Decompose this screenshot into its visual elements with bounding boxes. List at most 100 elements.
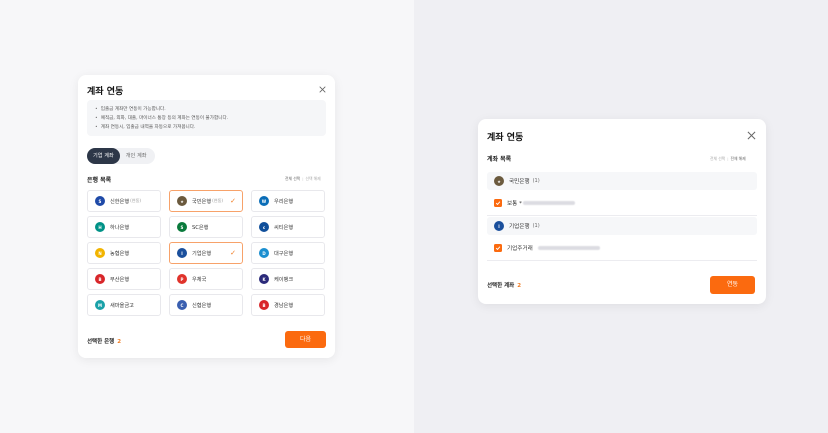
bank-linked-tag: (연동)	[212, 198, 224, 203]
sc-bank-icon: S	[177, 222, 187, 232]
deselect-all-link[interactable]: 선택 해제	[305, 176, 320, 181]
mg-bank-icon: M	[95, 300, 105, 310]
account-row[interactable]: 보통 *	[487, 194, 757, 212]
tab-business-account[interactable]: 기업 계좌	[87, 148, 120, 164]
bank-name: 케이뱅크	[274, 276, 294, 283]
bank-option-kb[interactable]: ★ 국민은행 (연동) ✓	[169, 190, 243, 212]
bank-name: 신한은행	[110, 198, 130, 205]
close-icon	[319, 86, 326, 93]
next-button[interactable]: 다음	[285, 331, 326, 348]
notice-item: 계좌 연동시, 입출금 내역을 자동으로 가져옵니다.	[95, 123, 326, 132]
checkbox-checked[interactable]	[494, 199, 502, 207]
bank-option-citi[interactable]: c 씨티은행	[251, 216, 325, 238]
modal-title: 계좌 연동	[487, 133, 524, 143]
bank-name: 우리은행	[274, 198, 294, 205]
tab-personal-account[interactable]: 개인 계좌	[120, 148, 153, 164]
selected-bank-count: 2	[117, 339, 122, 345]
bank-option-woori[interactable]: W 우리은행	[251, 190, 325, 212]
account-group-count: (1)	[532, 178, 540, 184]
bank-name: SC은행	[192, 224, 209, 231]
bank-option-dgb[interactable]: D 대구은행	[251, 242, 325, 264]
kbank-bank-icon: K	[259, 274, 269, 284]
divider	[487, 260, 757, 261]
shinhan-bank-icon: S	[95, 196, 105, 206]
close-button[interactable]	[319, 86, 331, 98]
bank-name: 씨티은행	[274, 224, 294, 231]
bank-option-mg[interactable]: M 새마을금고	[87, 294, 161, 316]
account-type-tabs: 기업 계좌 개인 계좌	[87, 148, 155, 164]
check-icon	[495, 246, 501, 251]
bank-option-ibk[interactable]: I 기업은행 ✓	[169, 242, 243, 264]
notice-item: 입출금 계좌만 연동이 가능합니다.	[95, 105, 326, 114]
bank-option-nh[interactable]: N 농협은행	[87, 242, 161, 264]
link-button[interactable]: 연동	[710, 276, 755, 294]
bank-option-post[interactable]: P 우체국	[169, 268, 243, 290]
account-row[interactable]: 기업주거래	[487, 239, 757, 257]
bank-name: 대구은행	[274, 250, 294, 257]
bank-name: 신협은행	[192, 302, 212, 309]
bank-option-bnk[interactable]: B 부산은행	[87, 268, 161, 290]
account-name: 보통 *	[507, 201, 522, 207]
check-icon	[495, 201, 501, 206]
deselect-all-link[interactable]: 전체 해제	[730, 156, 745, 161]
account-group-ibk: I 기업은행 (1)	[487, 217, 757, 235]
selected-account-summary: 선택한 계좌 2	[487, 281, 521, 289]
checkbox-checked[interactable]	[494, 244, 502, 252]
account-select-modal: 계좌 연동 계좌 목록 전체 선택 | 전체 해제 ★ 국민은행 (1) 보통 * …	[478, 119, 766, 304]
bnk-bank-icon: B	[95, 274, 105, 284]
masked-account-number	[522, 201, 575, 205]
bank-select-modal: 계좌 연동 입출금 계좌만 연동이 가능합니다. 예적금, 외화, 대출, 마이…	[78, 75, 335, 358]
ibk-bank-icon: I	[177, 248, 187, 258]
check-icon: ✓	[230, 197, 236, 205]
selected-account-label: 선택한 계좌	[487, 283, 515, 289]
select-all-link[interactable]: 전체 선택	[285, 176, 300, 181]
close-icon	[747, 131, 756, 140]
bank-option-knb[interactable]: B 경남은행	[251, 294, 325, 316]
selected-bank-summary: 선택한 은행 2	[87, 337, 121, 345]
bank-option-cu[interactable]: C 신협은행	[169, 294, 243, 316]
account-list-actions: 전체 선택 | 전체 해제	[710, 156, 746, 161]
bank-name: 부산은행	[110, 276, 130, 283]
woori-bank-icon: W	[259, 196, 269, 206]
account-group-count: (1)	[532, 223, 540, 229]
bank-option-kbank[interactable]: K 케이뱅크	[251, 268, 325, 290]
dgb-bank-icon: D	[259, 248, 269, 258]
bank-name: 농협은행	[110, 250, 130, 257]
kb-bank-icon: ★	[177, 196, 187, 206]
bank-name: 기업은행	[192, 250, 212, 257]
selected-account-count: 2	[517, 283, 522, 289]
bank-name: 새마을금고	[110, 302, 134, 309]
account-group-name: 기업은행	[509, 224, 530, 230]
select-all-link[interactable]: 전체 선택	[710, 156, 725, 161]
bank-linked-tag: (연동)	[130, 198, 142, 203]
bank-name: 하나은행	[110, 224, 130, 231]
citi-bank-icon: c	[259, 222, 269, 232]
bank-option-shinhan[interactable]: S 신한은행 (연동)	[87, 190, 161, 212]
cu-bank-icon: C	[177, 300, 187, 310]
close-button[interactable]	[747, 131, 759, 143]
account-group-kb: ★ 국민은행 (1)	[487, 172, 757, 190]
bank-list-title: 은행 목록	[87, 177, 112, 184]
bank-name: 우체국	[192, 276, 207, 283]
account-list-title: 계좌 목록	[487, 156, 512, 163]
check-icon: ✓	[230, 249, 236, 257]
knb-bank-icon: B	[259, 300, 269, 310]
modal-title: 계좌 연동	[87, 87, 124, 97]
modal-footer: 선택한 은행 2 다음	[78, 325, 335, 358]
bank-option-sc[interactable]: S SC은행	[169, 216, 243, 238]
selected-bank-label: 선택한 은행	[87, 339, 115, 345]
kb-bank-icon: ★	[494, 176, 504, 186]
post-bank-icon: P	[177, 274, 187, 284]
nh-bank-icon: N	[95, 248, 105, 258]
account-name: 기업주거래	[507, 246, 533, 252]
bank-name: 경남은행	[274, 302, 294, 309]
bank-option-hana[interactable]: H 하나은행	[87, 216, 161, 238]
divider	[487, 215, 757, 216]
masked-account-number	[537, 246, 600, 250]
notice-box: 입출금 계좌만 연동이 가능합니다. 예적금, 외화, 대출, 마이너스 통장 …	[87, 100, 326, 136]
hana-bank-icon: H	[95, 222, 105, 232]
bank-grid: S 신한은행 (연동) ★ 국민은행 (연동) ✓ W 우리은행 H 하나은행 S SC은행 c 씨티은행 N…	[87, 190, 327, 316]
account-group-name: 국민은행	[509, 179, 530, 185]
ibk-bank-icon: I	[494, 221, 504, 231]
bank-list-actions: 전체 선택 | 선택 해제	[285, 176, 321, 181]
